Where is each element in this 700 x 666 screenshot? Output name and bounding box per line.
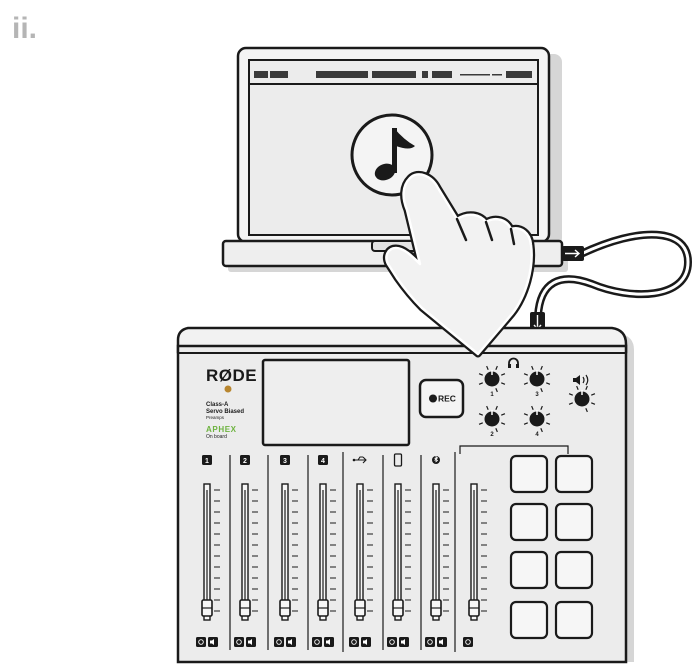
listen-button: [425, 637, 435, 647]
rec-label: REC: [438, 394, 456, 404]
preamps-label: Preamps: [206, 415, 225, 420]
listen-button: [463, 637, 473, 647]
listen-button: [234, 637, 244, 647]
sound-pad-6[interactable]: [554, 550, 594, 590]
sound-pad-8[interactable]: [554, 600, 594, 640]
channel-number-badge: 2: [240, 455, 250, 465]
channel-number-badge: 3: [280, 455, 290, 465]
class-a-label: Class-A: [206, 402, 229, 408]
touchscreen-display[interactable]: [261, 358, 411, 447]
sound-pad-7[interactable]: [509, 600, 549, 640]
step-label: ii.: [12, 12, 37, 45]
bluetooth-icon: [432, 455, 440, 464]
on-board-label: On board: [206, 434, 227, 440]
listen-button: [312, 637, 322, 647]
svg-text:2: 2: [243, 458, 247, 465]
setup-illustration: ii. RØDE Class-A Servo Biased Preamps AP…: [12, 12, 693, 664]
aphex-logo: APHEX: [206, 425, 237, 434]
listen-button: [349, 637, 359, 647]
rodecaster-device: RØDE Class-A Servo Biased Preamps APHEX …: [176, 326, 634, 664]
sound-pad-5[interactable]: [509, 550, 549, 590]
svg-text:4: 4: [321, 458, 325, 465]
channel-buttons[interactable]: [463, 637, 473, 647]
power-indicator: [224, 385, 232, 393]
channel-number-badge: 4: [318, 455, 328, 465]
listen-button: [274, 637, 284, 647]
sound-pad-4[interactable]: [554, 502, 594, 542]
sound-pad-2[interactable]: [554, 454, 594, 494]
listen-button: [387, 637, 397, 647]
usb-plug-laptop: [562, 246, 584, 261]
sound-pad-1[interactable]: [509, 454, 549, 494]
sound-pad-3[interactable]: [509, 502, 549, 542]
brand-logo: RØDE: [206, 366, 257, 385]
channel-number-badge: 1: [202, 455, 212, 465]
svg-text:3: 3: [283, 458, 287, 465]
listen-button: [196, 637, 206, 647]
svg-text:1: 1: [205, 458, 209, 465]
rec-button[interactable]: REC: [418, 378, 465, 419]
